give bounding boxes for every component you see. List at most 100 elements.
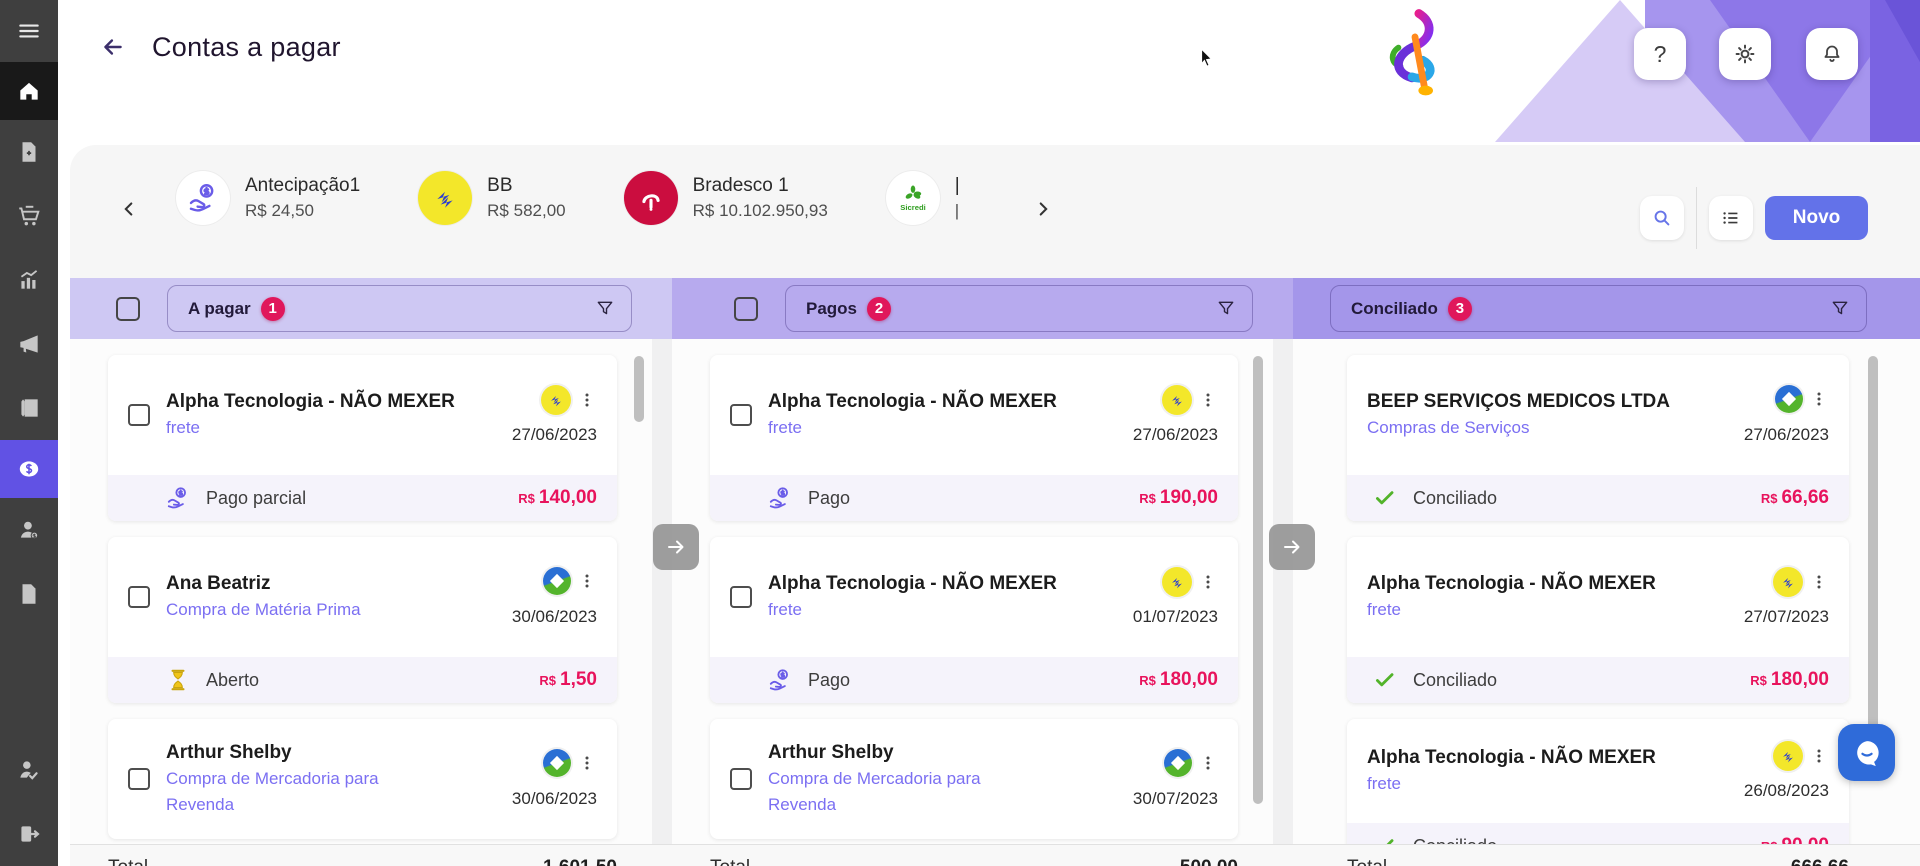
card-category[interactable]: frete: [768, 597, 1117, 623]
sidebar-item-accountant[interactable]: [0, 738, 58, 802]
card-status-bar: Conciliado R$66,66: [1347, 475, 1849, 521]
sidebar-item-finance-active[interactable]: [0, 440, 58, 498]
sidebar-item-notes[interactable]: [0, 376, 58, 440]
sidebar-item-home[interactable]: [0, 62, 58, 120]
column-pagos: Pagos 2 Alpha Tecnologia - NÃO MEXER fre…: [672, 278, 1293, 866]
kebab-menu-icon[interactable]: [1198, 751, 1218, 775]
bell-icon: [1820, 42, 1844, 66]
move-to-pagos-button[interactable]: [653, 524, 699, 570]
sidebar-item-documents[interactable]: [0, 562, 58, 626]
help-button[interactable]: ?: [1634, 28, 1686, 80]
account-item[interactable]: BB R$ 582,00: [418, 171, 565, 225]
card-category[interactable]: Compra de Matéria Prima: [166, 597, 496, 623]
column-a-pagar: A pagar 1 Alpha Tecnologia - NÃO MEXER f…: [70, 278, 672, 866]
card-checkbox[interactable]: [128, 586, 150, 608]
column-title-pill[interactable]: A pagar 1: [167, 285, 632, 332]
kebab-menu-icon[interactable]: [1809, 387, 1829, 411]
card-category[interactable]: frete: [166, 415, 496, 441]
card-status: Aberto: [206, 670, 525, 691]
column-title-pill[interactable]: Pagos 2: [785, 285, 1253, 332]
kebab-menu-icon[interactable]: [1809, 570, 1829, 594]
card-due-date: 30/07/2023: [1133, 789, 1218, 809]
page-header: Contas a pagar ?: [58, 0, 1920, 145]
content-panel: Antecipação1 R$ 24,50 BB R$ 582,00 Brade…: [70, 145, 1920, 866]
card-checkbox[interactable]: [730, 404, 752, 426]
list-view-button[interactable]: [1709, 196, 1753, 240]
total-label: Total: [108, 857, 148, 866]
sidebar-item-client-finance[interactable]: [0, 498, 58, 562]
card-status-bar: Pago R$180,00: [710, 657, 1238, 703]
back-button[interactable]: [96, 30, 130, 64]
money-icon: [16, 456, 42, 482]
card-checkbox[interactable]: [730, 586, 752, 608]
card-amount: R$180,00: [1139, 669, 1218, 691]
search-button[interactable]: [1640, 196, 1684, 240]
payable-card[interactable]: BEEP SERVIÇOS MEDICOS LTDA Compras de Se…: [1347, 355, 1849, 521]
column-total-bar: Total 1.601,50: [70, 844, 672, 866]
card-category[interactable]: Compras de Serviços: [1367, 415, 1728, 441]
sidebar-item-marketing[interactable]: [0, 312, 58, 376]
column-title-pill[interactable]: Conciliado 3: [1330, 285, 1867, 332]
carousel-prev-button[interactable]: [114, 195, 144, 225]
payable-card[interactable]: Alpha Tecnologia - NÃO MEXER frete 27/06…: [710, 355, 1238, 521]
account-item[interactable]: Bradesco 1 R$ 10.102.950,93: [624, 171, 828, 225]
kebab-menu-icon[interactable]: [1198, 570, 1218, 594]
select-all-checkbox[interactable]: [116, 297, 140, 321]
count-badge: 1: [261, 297, 285, 321]
card-category[interactable]: frete: [1367, 597, 1728, 623]
card-checkbox[interactable]: [730, 768, 752, 790]
card-checkbox[interactable]: [128, 404, 150, 426]
card-title: Alpha Tecnologia - NÃO MEXER: [1367, 571, 1728, 597]
accounts-carousel: Antecipação1 R$ 24,50 BB R$ 582,00 Brade…: [70, 145, 1920, 278]
payable-card[interactable]: Alpha Tecnologia - NÃO MEXER frete 27/07…: [1347, 537, 1849, 703]
hamburger-menu-icon[interactable]: [0, 0, 58, 62]
kebab-menu-icon[interactable]: [577, 388, 597, 412]
card-category[interactable]: Compra de Mercadoria para Revenda: [166, 766, 416, 818]
filter-icon[interactable]: [1830, 299, 1850, 319]
notifications-button[interactable]: [1806, 28, 1858, 80]
card-category[interactable]: frete: [768, 415, 1117, 441]
payable-card[interactable]: Alpha Tecnologia - NÃO MEXER frete 01/07…: [710, 537, 1238, 703]
sicredi-logo-icon: [886, 171, 940, 225]
payable-card[interactable]: Ana Beatriz Compra de Matéria Prima 30/0…: [108, 537, 617, 703]
column-card-list: Alpha Tecnologia - NÃO MEXER frete 27/06…: [672, 339, 1293, 866]
card-checkbox[interactable]: [128, 768, 150, 790]
sidebar-item-new-document[interactable]: [0, 120, 58, 184]
card-due-date: 27/06/2023: [1744, 425, 1829, 445]
payable-card[interactable]: Arthur Shelby Compra de Mercadoria para …: [108, 719, 617, 839]
kebab-menu-icon[interactable]: [577, 751, 597, 775]
sidebar-item-sales[interactable]: [0, 248, 58, 312]
card-title: Arthur Shelby: [166, 740, 496, 766]
column-header: A pagar 1: [70, 278, 672, 339]
sidebar-item-logout[interactable]: [0, 802, 58, 866]
hand-coin-status-icon: [766, 666, 794, 694]
banco-do-brasil-logo-icon: [1773, 741, 1803, 771]
question-mark-icon: ?: [1654, 41, 1667, 68]
settings-button[interactable]: [1719, 28, 1771, 80]
column-scrollbar[interactable]: [1253, 356, 1263, 804]
payable-card[interactable]: Alpha Tecnologia - NÃO MEXER frete 27/06…: [108, 355, 617, 521]
card-category[interactable]: frete: [1367, 771, 1728, 797]
column-total-bar: Total 500,00: [672, 844, 1293, 866]
kebab-menu-icon[interactable]: [1809, 744, 1829, 768]
kebab-menu-icon[interactable]: [1198, 388, 1218, 412]
card-category[interactable]: Compra de Mercadoria para Revenda: [768, 766, 1018, 818]
carousel-next-button[interactable]: [1028, 195, 1058, 225]
account-item[interactable]: Antecipação1 R$ 24,50: [176, 171, 360, 225]
blue-green-bank-logo-icon: [1775, 385, 1803, 413]
banco-do-brasil-logo-icon: [1162, 567, 1192, 597]
arrow-right-icon: [664, 535, 688, 559]
filter-icon[interactable]: [595, 299, 615, 319]
filter-icon[interactable]: [1216, 299, 1236, 319]
move-to-conciliado-button[interactable]: [1269, 524, 1315, 570]
select-all-checkbox[interactable]: [734, 297, 758, 321]
new-payable-button[interactable]: Novo: [1765, 196, 1868, 240]
column-scrollbar[interactable]: [1868, 356, 1878, 770]
account-item[interactable]: | |: [886, 171, 960, 225]
payable-card[interactable]: Arthur Shelby Compra de Mercadoria para …: [710, 719, 1238, 839]
sidebar-item-purchases[interactable]: [0, 184, 58, 248]
chat-support-button[interactable]: [1838, 724, 1895, 781]
column-scrollbar[interactable]: [634, 356, 644, 422]
card-title: Alpha Tecnologia - NÃO MEXER: [1367, 745, 1728, 771]
kebab-menu-icon[interactable]: [577, 569, 597, 593]
